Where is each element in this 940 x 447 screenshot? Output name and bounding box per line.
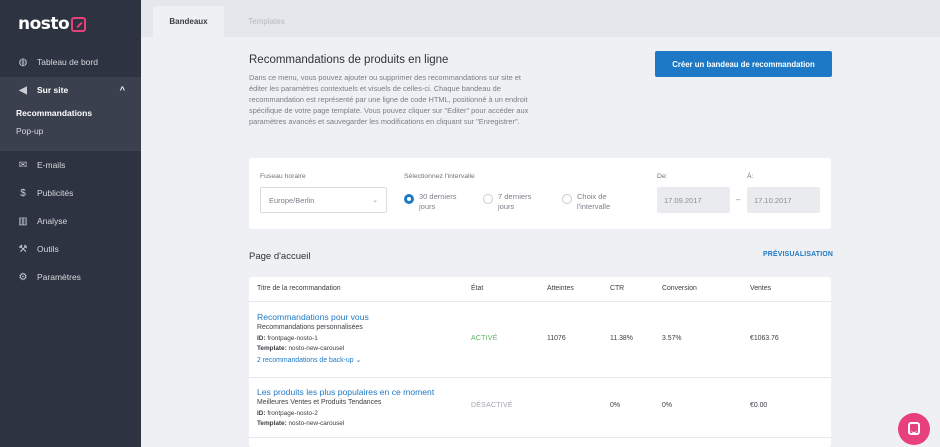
sidebar-item-analytics[interactable]: ▥ Analyse	[0, 208, 141, 234]
bar-chart-icon: ▥	[18, 215, 28, 227]
recommendations-table: Titre de la recommandation État Atteinte…	[249, 277, 831, 447]
sidebar-item-tools[interactable]: ⚒ Outils	[0, 236, 141, 262]
sidebar-item-label: Paramètres	[37, 272, 81, 282]
sales-value: €0.00	[750, 402, 768, 409]
tab-templates[interactable]: Templates	[231, 6, 302, 37]
row-divider	[249, 437, 831, 438]
radio-30-days-label: 30 derniers jours	[419, 192, 457, 211]
chevron-up-icon: ^	[119, 85, 125, 95]
recommendation-subtitle: Meilleures Ventes et Produits Tendances	[257, 399, 382, 406]
row-divider	[249, 377, 831, 378]
radio-7-days-label: 7 derniers jours	[498, 192, 532, 211]
sidebar-item-label: Publicités	[37, 188, 74, 198]
sidebar-item-label: E-mails	[37, 160, 66, 170]
megaphone-icon: ◀	[19, 84, 27, 96]
column-header-conversion: Conversion	[662, 285, 697, 292]
filter-card: Fuseau horaire Europe/Berlin ⌄ Sélection…	[249, 158, 831, 229]
column-header-reach: Atteintes	[547, 285, 574, 292]
sidebar-item-label: Tableau de bord	[37, 57, 98, 67]
dollar-icon: $	[20, 187, 26, 199]
chat-icon	[908, 422, 920, 435]
radio-custom-interval[interactable]	[562, 194, 572, 204]
date-to-label: À:	[747, 173, 754, 180]
recommendation-template: Template: nosto-new-carousel	[257, 345, 345, 352]
preview-link[interactable]: PRÉVISUALISATION	[763, 251, 833, 258]
recommendation-id: ID: frontpage-nosto-2	[257, 410, 318, 417]
status-badge: ACTIVÉ	[471, 335, 498, 342]
timezone-select[interactable]: Europe/Berlin ⌄	[260, 187, 387, 213]
sales-value: €1063.76	[750, 335, 779, 342]
sidebar-item-settings[interactable]: ⚙ Paramètres	[0, 264, 141, 290]
sidebar-item-label: Analyse	[37, 216, 68, 226]
date-to-input[interactable]: 17.10.2017	[747, 187, 820, 213]
conversion-value: 3.57%	[662, 335, 682, 342]
sidebar-item-label: Outils	[37, 244, 59, 254]
timezone-value: Europe/Berlin	[269, 195, 315, 205]
tab-bandeaux[interactable]: Bandeaux	[153, 6, 224, 37]
status-badge: DÉSACTIVÉ	[471, 402, 513, 409]
recommendation-title-link[interactable]: Recommandations pour vous	[257, 312, 369, 322]
chat-button[interactable]	[898, 413, 930, 445]
header-divider	[249, 301, 831, 302]
chevron-down-icon: ⌄	[372, 197, 378, 204]
ctr-value: 0%	[610, 402, 620, 409]
radio-7-days[interactable]	[483, 194, 493, 204]
radio-30-days[interactable]	[404, 194, 414, 204]
recommendation-subtitle: Recommandations personnalisées	[257, 324, 363, 331]
column-header-sales: Ventes	[750, 285, 772, 292]
column-header-status: État	[471, 285, 484, 292]
date-separator: –	[736, 195, 741, 204]
interval-label: Sélectionnez l'intervalle	[404, 173, 475, 180]
recommendation-template: Template: nosto-new-carousel	[257, 420, 345, 427]
radio-custom-interval-label: Choix de l'intervalle	[577, 192, 611, 211]
sidebar: nosto ◍ Tableau de bord ◀ Sur site ^ Rec…	[0, 0, 141, 447]
recommendation-id: ID: frontpage-nosto-1	[257, 335, 318, 342]
envelope-icon: ✉	[18, 159, 28, 171]
page-description: Dans ce menu, vous pouvez ajouter ou sup…	[249, 73, 529, 126]
column-header-title: Titre de la recommandation	[257, 285, 341, 292]
page-title: Recommandations de produits en ligne	[249, 54, 449, 66]
sidebar-subitem-recommendations[interactable]: Recommandations	[16, 108, 92, 118]
sidebar-divider	[0, 150, 141, 151]
sidebar-item-dashboard[interactable]: ◍ Tableau de bord	[0, 49, 141, 75]
recommendation-title-link[interactable]: Les produits les plus populaires en ce m…	[257, 387, 434, 397]
sidebar-subitem-popup[interactable]: Pop-up	[16, 126, 43, 136]
sidebar-item-label: Sur site	[37, 85, 69, 95]
dashboard-icon: ◍	[18, 56, 28, 68]
gear-icon: ⚙	[18, 271, 28, 283]
reach-value: 11076	[547, 335, 566, 342]
date-from-label: De:	[657, 173, 668, 180]
sidebar-item-emails[interactable]: ✉ E-mails	[0, 152, 141, 178]
tab-bar: Bandeaux Templates	[141, 0, 940, 37]
date-from-input[interactable]: 17.09.2017	[657, 187, 730, 213]
logo-mark-icon	[71, 16, 87, 32]
backup-toggle[interactable]: 2 recommandations de back-up ⌄	[257, 356, 361, 364]
conversion-value: 0%	[662, 402, 672, 409]
wrench-icon: ⚒	[18, 243, 28, 255]
nosto-logo[interactable]: nosto	[18, 14, 87, 34]
chevron-down-icon: ⌄	[355, 357, 362, 364]
create-recommendation-button[interactable]: Créer un bandeau de recommandation	[655, 51, 832, 77]
timezone-label: Fuseau horaire	[260, 173, 306, 180]
sidebar-item-ads[interactable]: $ Publicités	[0, 180, 141, 206]
section-title: Page d'accueil	[249, 251, 311, 262]
ctr-value: 11.38%	[610, 335, 633, 342]
column-header-ctr: CTR	[610, 285, 625, 292]
logo-text: nosto	[18, 14, 70, 34]
sidebar-item-onsite[interactable]: ◀ Sur site ^	[0, 77, 141, 103]
